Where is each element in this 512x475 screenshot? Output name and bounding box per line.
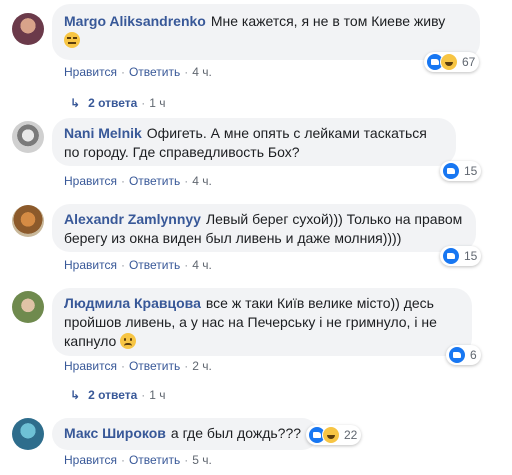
reaction-count: 22: [344, 428, 358, 442]
like-reaction-icon: [442, 162, 460, 180]
comment-actions: Нравится · Ответить · 4 ч.: [64, 65, 212, 79]
author-name[interactable]: Людмила Кравцова: [64, 295, 201, 311]
reply-link[interactable]: Ответить: [129, 174, 180, 188]
timestamp[interactable]: 4 ч.: [192, 174, 212, 188]
haha-reaction-icon: [322, 426, 340, 444]
comment-bubble: Margo Aliksandrenko Мне кажется, я не в т…: [52, 4, 480, 60]
timestamp[interactable]: 4 ч.: [192, 65, 212, 79]
author-name[interactable]: Alexandr Zamlynnyy: [64, 211, 201, 227]
timestamp[interactable]: 2 ч.: [192, 359, 212, 373]
comment-text: Мне кажется, я не в том Киеве живу: [210, 13, 446, 29]
like-link[interactable]: Нравится: [64, 359, 117, 373]
avatar[interactable]: [12, 121, 44, 153]
avatar[interactable]: [12, 205, 44, 237]
haha-reaction-icon: [440, 53, 458, 71]
reaction-count: 15: [464, 249, 478, 263]
reactions-badge[interactable]: 67: [424, 52, 480, 72]
like-link[interactable]: Нравится: [64, 453, 117, 467]
replies-count[interactable]: 2 ответа: [88, 96, 137, 110]
comment-actions: Нравится · Ответить · 2 ч.: [64, 359, 212, 373]
replies-time: 1 ч: [149, 96, 166, 110]
reaction-count: 6: [470, 348, 477, 362]
replies-count[interactable]: 2 ответа: [88, 388, 137, 402]
avatar[interactable]: [12, 291, 44, 323]
reply-link[interactable]: Ответить: [129, 359, 180, 373]
view-replies[interactable]: ↳ 2 ответа · 1 ч: [70, 96, 166, 110]
reaction-count: 67: [462, 55, 476, 69]
comment-bubble: Alexandr Zamlynnyy Левый берег сухой))) Т…: [52, 204, 476, 252]
comment-bubble: Nani Melnik Офигеть. А мне опять с лейкам…: [52, 118, 456, 166]
author-name[interactable]: Margo Aliksandrenko: [64, 13, 206, 29]
like-link[interactable]: Нравится: [64, 174, 117, 188]
reply-link[interactable]: Ответить: [129, 65, 180, 79]
like-link[interactable]: Нравится: [64, 65, 117, 79]
comment-text: а где был дождь???: [170, 425, 302, 441]
avatar[interactable]: [12, 418, 44, 450]
reply-arrow-icon: ↳: [70, 96, 81, 110]
timestamp[interactable]: 4 ч.: [192, 258, 212, 272]
reply-arrow-icon: ↳: [70, 388, 81, 402]
like-link[interactable]: Нравится: [64, 258, 117, 272]
author-name[interactable]: Макс Широков: [64, 425, 166, 441]
comment-bubble: Макс Широков а где был дождь???: [52, 418, 318, 450]
view-replies[interactable]: ↳ 2 ответа · 1 ч: [70, 388, 166, 402]
sad-emoji-icon: [120, 333, 137, 349]
replies-time: 1 ч: [149, 388, 166, 402]
reply-link[interactable]: Ответить: [129, 258, 180, 272]
reaction-count: 15: [464, 164, 478, 178]
comment-actions: Нравится · Ответить · 4 ч.: [64, 174, 212, 188]
timestamp[interactable]: 5 ч.: [192, 453, 212, 467]
reactions-badge[interactable]: 15: [440, 246, 482, 266]
reactions-badge[interactable]: 22: [306, 425, 362, 445]
like-reaction-icon: [442, 247, 460, 265]
expressionless-emoji-icon: [64, 32, 80, 48]
reactions-badge[interactable]: 15: [440, 161, 482, 181]
comment-actions: Нравится · Ответить · 5 ч.: [64, 453, 212, 467]
like-reaction-icon: [448, 346, 466, 364]
avatar[interactable]: [12, 13, 44, 45]
reactions-badge[interactable]: 6: [446, 345, 481, 365]
comment-actions: Нравится · Ответить · 4 ч.: [64, 258, 212, 272]
comment-bubble: Людмила Кравцова все ж таки Київ велике м…: [52, 288, 472, 356]
author-name[interactable]: Nani Melnik: [64, 125, 142, 141]
reply-link[interactable]: Ответить: [129, 453, 180, 467]
